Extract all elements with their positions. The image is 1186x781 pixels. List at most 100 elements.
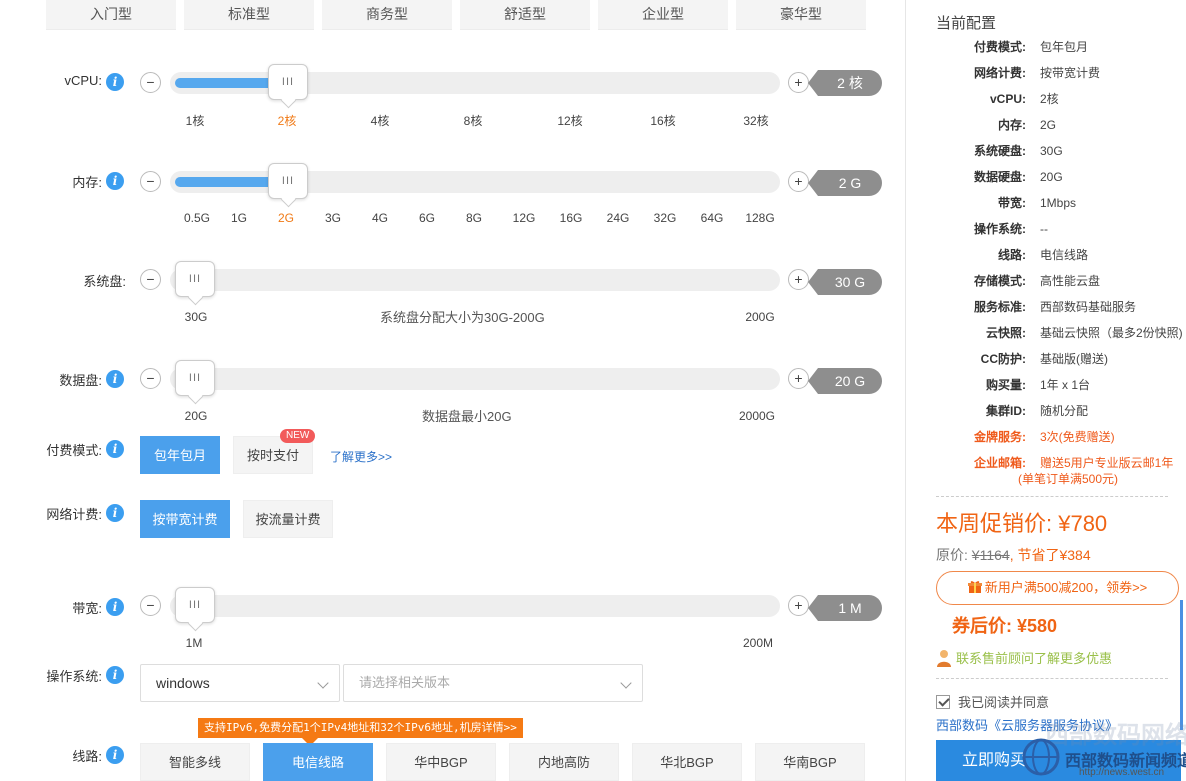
learn-more-link[interactable]: 了解更多>>	[330, 448, 392, 465]
after-coupon-price: 券后价: ¥580	[952, 616, 1058, 636]
os-version-select[interactable]: 请选择相关版本	[343, 664, 643, 702]
info-icon[interactable]: i	[106, 666, 124, 684]
line-option-south-bgp[interactable]: 华南BGP	[755, 743, 865, 781]
data-disk-slider-handle[interactable]: III	[175, 360, 215, 396]
data-disk-slider-track[interactable]	[170, 368, 780, 390]
config-value: 基础云快照（最多2份快照)	[1040, 326, 1183, 340]
vcpu-tick[interactable]: 16核	[650, 112, 675, 129]
memory-tick[interactable]: 24G	[607, 211, 630, 225]
memory-tick[interactable]: 12G	[513, 211, 536, 225]
line-option-telecom[interactable]: 电信线路	[263, 743, 373, 781]
system-disk-min-tick: 30G	[184, 310, 208, 324]
memory-tick[interactable]: 32G	[654, 211, 677, 225]
config-key: 带宽:	[998, 196, 1026, 210]
system-disk-minus-button[interactable]: −	[140, 269, 161, 290]
preset-tab-business[interactable]: 商务型	[322, 0, 452, 30]
info-icon[interactable]: i	[106, 370, 124, 388]
vcpu-tick[interactable]: 12核	[557, 112, 582, 129]
bandwidth-slider-track[interactable]	[170, 595, 780, 617]
memory-slider-track[interactable]	[170, 171, 780, 193]
network-option-bandwidth[interactable]: 按带宽计费	[140, 500, 230, 538]
coupon-button[interactable]: 新用户满500减200，领券>>	[936, 571, 1179, 605]
network-option-traffic[interactable]: 按流量计费	[243, 500, 333, 538]
billing-option-yearly-monthly[interactable]: 包年包月	[140, 436, 220, 474]
line-label: 线路:	[72, 749, 102, 764]
vcpu-plus-button[interactable]: +	[788, 72, 809, 93]
bandwidth-plus-button[interactable]: +	[788, 595, 809, 616]
os-select[interactable]: windows	[140, 664, 340, 702]
memory-tick[interactable]: 64G	[701, 211, 724, 225]
config-row: 集群ID: 随机分配	[936, 402, 1186, 420]
vcpu-minus-button[interactable]: −	[140, 72, 161, 93]
divider	[936, 496, 1168, 497]
vcpu-slider-handle[interactable]: III	[268, 64, 308, 100]
config-key: vCPU:	[989, 92, 1026, 106]
promo-price: 本周促销价: ¥780	[936, 511, 1108, 536]
ipv6-tooltip[interactable]: 支持IPv6,免费分配1个IPv4地址和32个IPv6地址,机房详情>>	[198, 718, 523, 746]
vcpu-tick[interactable]: 1核	[186, 112, 205, 129]
agree-row[interactable]: 我已阅读并同意	[936, 692, 1049, 711]
memory-tick[interactable]: 128G	[745, 211, 774, 225]
network-billing-label: 网络计费:	[46, 507, 102, 522]
config-summary-panel: 当前配置 付费模式: 包年包月 网络计费: 按带宽计费 vCPU: 2核 内存: 2G 系统硬盘…	[905, 0, 1186, 781]
vcpu-tick[interactable]: 8核	[464, 112, 483, 129]
preset-tab-entry[interactable]: 入门型	[46, 0, 176, 30]
info-icon[interactable]: i	[106, 440, 124, 458]
info-icon[interactable]: i	[106, 504, 124, 522]
memory-label: 内存:	[72, 175, 102, 190]
vcpu-value-tag: 2 核	[808, 70, 882, 96]
memory-tick[interactable]: 8G	[466, 211, 482, 225]
globe-logo-icon	[1022, 738, 1060, 776]
memory-plus-button[interactable]: +	[788, 171, 809, 192]
bandwidth-minus-button[interactable]: −	[140, 595, 161, 616]
data-disk-minus-button[interactable]: −	[140, 368, 161, 389]
vcpu-tick[interactable]: 4核	[371, 112, 390, 129]
vcpu-tick[interactable]: 32核	[743, 112, 768, 129]
info-icon[interactable]: i	[106, 73, 124, 91]
preset-tab-comfort[interactable]: 舒适型	[460, 0, 590, 30]
system-disk-slider-track[interactable]	[170, 269, 780, 291]
memory-slider-fill	[175, 177, 281, 187]
vcpu-slider-track[interactable]	[170, 72, 780, 94]
memory-tick[interactable]: 1G	[231, 211, 247, 225]
preset-tab-standard[interactable]: 标准型	[184, 0, 314, 30]
system-disk-slider-handle[interactable]: III	[175, 261, 215, 297]
saved-amount: , 节省了¥384	[1009, 547, 1091, 563]
os-select-value: windows	[156, 675, 210, 691]
config-value: --	[1040, 222, 1048, 236]
info-icon[interactable]: i	[106, 598, 124, 616]
memory-tick[interactable]: 4G	[372, 211, 388, 225]
memory-tick[interactable]: 0.5G	[184, 211, 210, 225]
memory-minus-button[interactable]: −	[140, 171, 161, 192]
preset-tab-enterprise[interactable]: 企业型	[598, 0, 728, 30]
memory-tick[interactable]: 16G	[560, 211, 583, 225]
vcpu-tick[interactable]: 2核	[278, 112, 297, 129]
memory-tick[interactable]: 3G	[325, 211, 341, 225]
panel-title: 当前配置	[936, 15, 997, 32]
line-option-central-bgp[interactable]: 华中BGP	[386, 743, 496, 781]
config-key: 操作系统:	[974, 222, 1026, 236]
config-key: CC防护:	[980, 352, 1026, 366]
consult-link[interactable]: 联系售前顾问了解更多优惠	[936, 648, 1112, 667]
line-option-north-bgp[interactable]: 华北BGP	[632, 743, 742, 781]
bandwidth-slider-handle[interactable]: III	[175, 587, 215, 623]
info-icon[interactable]: i	[106, 172, 124, 190]
preset-tab-label: 舒适型	[504, 6, 546, 22]
config-value: 高性能云盘	[1040, 274, 1101, 288]
system-disk-hint: 系统盘分配大小为30G-200G	[380, 310, 545, 325]
data-disk-plus-button[interactable]: +	[788, 368, 809, 389]
info-icon[interactable]: i	[106, 746, 124, 764]
line-option-smart-multi[interactable]: 智能多线	[140, 743, 250, 781]
config-key: 购买量:	[986, 378, 1026, 392]
agree-checkbox[interactable]	[936, 695, 950, 709]
memory-tick[interactable]: 6G	[419, 211, 435, 225]
line-option-mainland-ddos[interactable]: 内地高防	[509, 743, 619, 781]
preset-tab-luxury[interactable]: 豪华型	[736, 0, 866, 30]
memory-tick[interactable]: 2G	[278, 211, 294, 225]
memory-slider-handle[interactable]: III	[268, 163, 308, 199]
preset-tab-label: 豪华型	[780, 6, 822, 22]
config-key: 数据硬盘:	[974, 170, 1026, 184]
config-value: 2核	[1040, 92, 1059, 106]
scroll-indicator	[1180, 600, 1183, 730]
system-disk-plus-button[interactable]: +	[788, 269, 809, 290]
